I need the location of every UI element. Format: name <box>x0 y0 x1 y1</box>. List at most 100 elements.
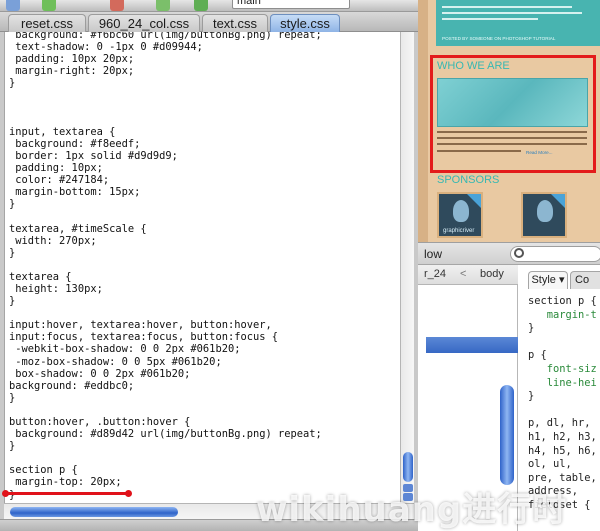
file-tab-bar: reset.css 960_24_col.css text.css style.… <box>0 12 418 32</box>
inspector-header: low <box>418 243 600 265</box>
code-line: button:hover, .button:hover { <box>9 416 191 428</box>
code-line: background: #eddbc0; <box>9 379 135 392</box>
watermark: wikihuang进行时 <box>256 490 568 530</box>
sponsor-corner-ribbon <box>551 194 565 208</box>
css-selector-line: h1, h2, h3, <box>528 430 597 443</box>
code-line: } <box>9 440 16 453</box>
vertical-scrollbar[interactable] <box>400 32 414 503</box>
code-line: padding: 10px; <box>9 162 103 175</box>
code-line: height: 130px; <box>9 282 103 295</box>
code-line: width: 270px; <box>9 234 97 247</box>
screen: main reset.css 960_24_col.css text.css s… <box>0 0 600 531</box>
tab-text-css[interactable]: text.css <box>202 14 268 32</box>
editor-toolbar: main <box>0 0 418 12</box>
flame-icon <box>537 200 553 222</box>
close-icon[interactable] <box>110 0 124 11</box>
sponsor-brand-text: graphicriver <box>443 228 475 234</box>
code-line: textarea { <box>9 270 72 283</box>
tab-computed[interactable]: Co <box>570 271 600 289</box>
code-line: -webkit-box-shadow: 0 0 2px #061b20; <box>9 343 241 356</box>
css-selector-line: p, dl, hr, <box>528 417 591 430</box>
code-line: textarea, #timeScale { <box>9 222 147 235</box>
who-we-are-image <box>437 78 588 127</box>
css-property-line: line-hei <box>528 376 597 389</box>
code-line: text-shadow: 0 -1px 0 #d09944; <box>9 41 203 54</box>
styles-tabs: Style ▾ Co <box>518 271 600 289</box>
code-line: background: #f8eedf; <box>9 137 141 150</box>
code-line: box-shadow: 0 0 2px #061b20; <box>9 367 191 380</box>
breadcrumb: r_24 < body <box>418 265 518 285</box>
sponsor-banner[interactable]: graphicriver <box>437 192 483 238</box>
code-line: } <box>9 198 16 211</box>
css-selector-line: } <box>528 322 535 335</box>
sponsor-banner[interactable] <box>521 192 567 238</box>
code-editor[interactable]: background: #f6bc60 url(img/buttonBg.png… <box>4 32 400 503</box>
css-editor-window: main reset.css 960_24_col.css text.css s… <box>0 0 418 531</box>
hero-text-line <box>442 6 572 8</box>
breadcrumb-item[interactable]: body <box>480 268 504 280</box>
breadcrumb-separator: < <box>460 268 467 280</box>
tab-960-24-col-css[interactable]: 960_24_col.css <box>88 14 200 32</box>
code-line: color: #247184; <box>9 174 110 187</box>
vertical-scroll-thumb[interactable] <box>403 452 413 482</box>
code-line: input:hover, textarea:hover, button:hove… <box>9 319 272 332</box>
tab-style-css[interactable]: style.css <box>270 14 340 32</box>
export-icon[interactable] <box>156 0 170 11</box>
breadcrumb-item[interactable]: r_24 <box>424 268 446 280</box>
sponsor-corner-ribbon <box>467 194 481 208</box>
flame-icon <box>453 200 469 222</box>
red-underline-annotation <box>5 492 129 495</box>
website-preview: POSTED BY SOMEONE ON PHOTOSHOP TUTORIAL … <box>418 0 600 242</box>
code-line: } <box>9 391 16 404</box>
inspector-title: low <box>424 247 443 261</box>
code-line: padding: 10px 20px; <box>9 53 135 66</box>
body-text-line <box>437 150 521 152</box>
code-line: background: #f6bc60 url(img/buttonBg.png… <box>9 32 322 41</box>
css-selector-line: } <box>528 390 535 403</box>
annotation-dot-left <box>2 490 9 497</box>
code-text: background: #f6bc60 url(img/buttonBg.png… <box>9 32 322 501</box>
body-text-line <box>437 143 587 145</box>
code-line: input:focus, textarea:focus, button:focu… <box>9 331 278 344</box>
code-line: margin-right: 20px; <box>9 65 135 78</box>
css-property-line: font-siz <box>528 362 597 375</box>
preview-window-edge <box>418 0 428 242</box>
code-line: input, textarea { <box>9 125 116 138</box>
code-line: } <box>9 295 16 308</box>
tab-reset-css[interactable]: reset.css <box>8 14 86 32</box>
tab-style[interactable]: Style ▾ <box>528 271 568 289</box>
body-text-line <box>437 131 587 133</box>
annotation-dot-right <box>125 490 132 497</box>
hero-text-line <box>442 18 538 20</box>
dom-tree-scrollbar[interactable] <box>500 385 514 485</box>
css-selector-line: h4, h5, h6, <box>528 444 597 457</box>
search-input[interactable]: main <box>232 0 350 9</box>
css-selector-line <box>528 404 597 418</box>
body-text-line <box>437 137 587 139</box>
code-line: -moz-box-shadow: 0 0 5px #061b20; <box>9 355 222 368</box>
refresh-icon[interactable] <box>42 0 56 11</box>
code-line: border: 1px solid #d9d9d9; <box>9 149 178 162</box>
style-rules: section p { margin-t} p { font-siz line-h… <box>528 295 597 513</box>
hero-text-line <box>442 12 582 14</box>
search-icon <box>514 248 524 258</box>
horizontal-scroll-thumb[interactable] <box>10 507 178 517</box>
download-icon[interactable] <box>194 0 208 11</box>
posted-by-text: POSTED BY SOMEONE ON PHOTOSHOP TUTORIAL <box>442 36 556 41</box>
selected-dom-node[interactable] <box>426 337 518 353</box>
preview-hero-banner: POSTED BY SOMEONE ON PHOTOSHOP TUTORIAL <box>436 0 600 46</box>
css-selector-line: ol, ul, <box>528 458 572 471</box>
css-selector-line: p { <box>528 349 547 362</box>
code-line: } <box>9 77 16 90</box>
read-more-link[interactable]: Read More... <box>526 150 553 155</box>
code-line: margin-bottom: 15px; <box>9 186 141 199</box>
code-line: background: #d89d42 url(img/buttonBg.png… <box>9 428 322 441</box>
save-icon[interactable] <box>6 0 20 11</box>
